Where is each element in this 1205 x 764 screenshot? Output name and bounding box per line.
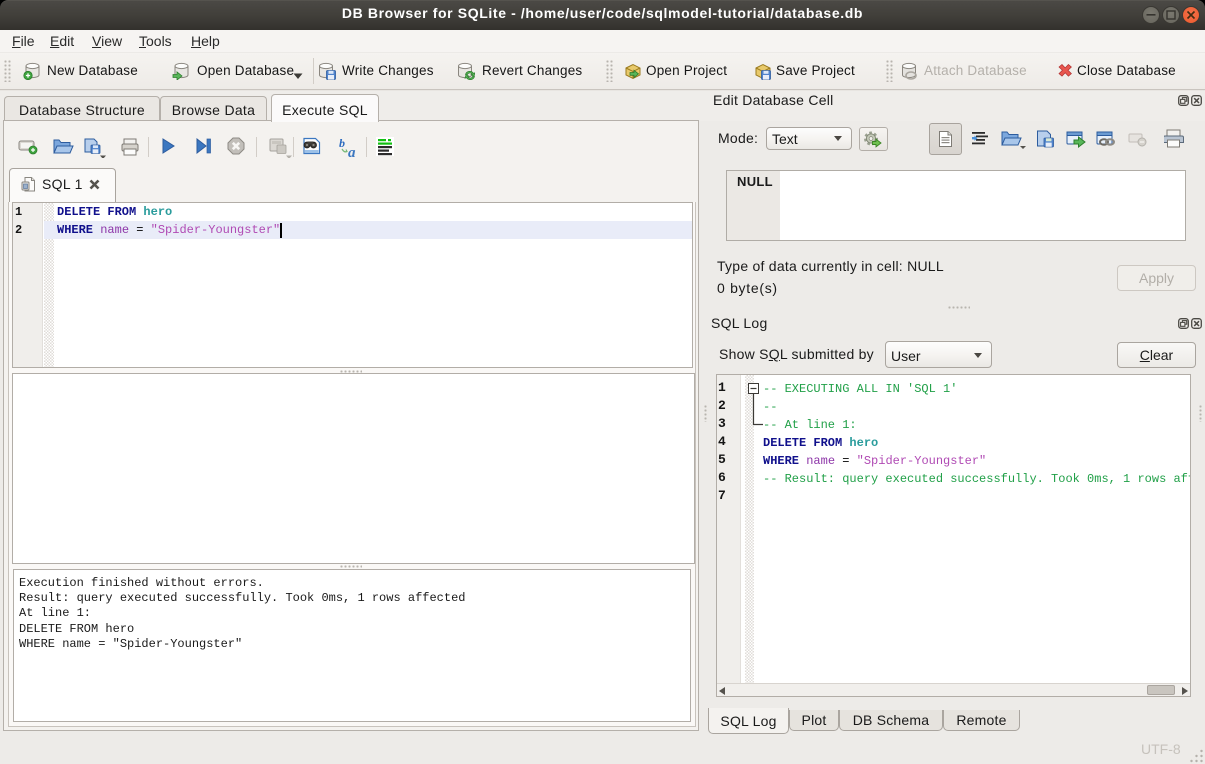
svg-text:a: a	[348, 145, 356, 158]
svg-text:b: b	[339, 136, 345, 150]
